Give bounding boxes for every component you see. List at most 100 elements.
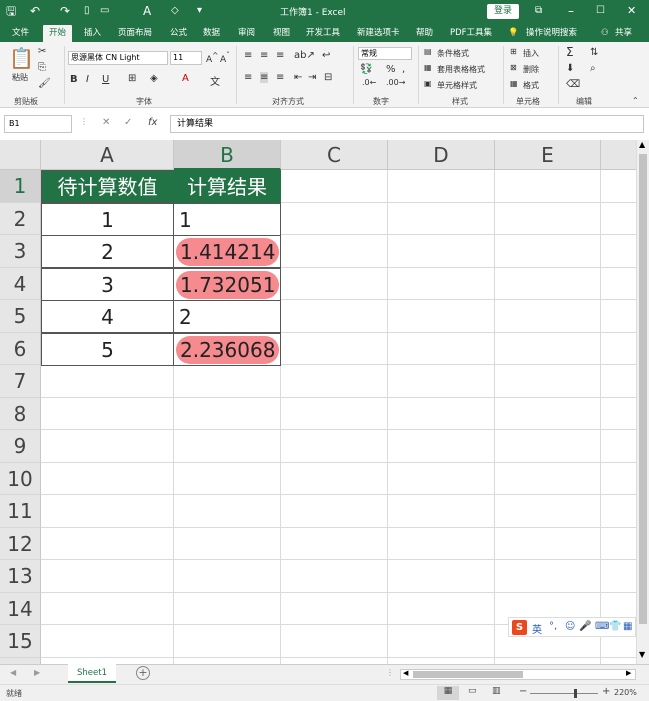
clear-icon[interactable]: ◇ [171, 3, 179, 19]
empty-cell[interactable] [41, 560, 174, 593]
empty-cell[interactable] [281, 430, 388, 463]
new-file-icon[interactable]: ▯ [84, 3, 90, 19]
tab-insert[interactable]: 插入 [84, 25, 101, 42]
empty-cell[interactable] [281, 300, 388, 333]
row-header[interactable]: 5 [0, 300, 41, 333]
comma-button[interactable]: , [402, 64, 405, 75]
tab-home[interactable]: 开始 [43, 25, 73, 42]
scroll-up-icon[interactable]: ▲ [639, 140, 645, 149]
cell-b6[interactable]: 2.236068 [173, 332, 281, 366]
tab-view[interactable]: 视图 [273, 25, 290, 42]
empty-cell[interactable] [174, 495, 281, 528]
empty-cell[interactable] [281, 462, 388, 495]
empty-cell[interactable] [495, 560, 601, 593]
empty-cell[interactable] [495, 202, 601, 235]
orientation-icon[interactable]: ab↗ [294, 50, 315, 61]
empty-cell[interactable] [174, 397, 281, 430]
format-cells-button[interactable]: 格式 [523, 80, 539, 91]
empty-cell[interactable] [388, 462, 495, 495]
row-header[interactable]: 8 [0, 397, 41, 430]
empty-cell[interactable] [388, 397, 495, 430]
insert-function-button[interactable]: fx [148, 117, 157, 128]
align-right-icon[interactable]: ≡ [276, 72, 284, 83]
number-format-select[interactable]: 常规 [358, 47, 412, 60]
column-header-e[interactable]: E [495, 140, 601, 170]
empty-cell[interactable] [174, 430, 281, 463]
sogou-icon[interactable]: S [512, 620, 527, 635]
emoji-icon[interactable]: ☺ [565, 621, 575, 632]
cell-b5[interactable]: 2 [173, 300, 281, 333]
cut-icon[interactable]: ✂ [38, 46, 46, 57]
insert-cells-button[interactable]: 插入 [523, 48, 539, 59]
font-size-select[interactable]: 11 [170, 51, 202, 65]
cell-b4[interactable]: 1.732051 [173, 267, 281, 301]
empty-cell[interactable] [174, 592, 281, 625]
ime-mode[interactable]: 英 [532, 621, 542, 636]
zoom-out-button[interactable]: − [519, 686, 527, 697]
restore-button[interactable]: ☐ [596, 3, 605, 19]
cell-a2[interactable]: 1 [41, 202, 174, 236]
row-header[interactable]: 15 [0, 625, 41, 658]
row-header[interactable]: 10 [0, 462, 41, 495]
sheet-tab[interactable]: Sheet1 [68, 664, 116, 683]
grid-icon[interactable]: ▦ [623, 621, 632, 632]
empty-cell[interactable] [41, 527, 174, 560]
tab-developer[interactable]: 开发工具 [306, 25, 340, 42]
empty-cell[interactable] [281, 592, 388, 625]
column-header-f[interactable] [601, 140, 636, 170]
mic-icon[interactable]: 🎤 [579, 621, 591, 632]
collapse-ribbon-icon[interactable]: ⌃ [632, 96, 639, 105]
zoom-slider[interactable] [530, 689, 598, 698]
empty-cell[interactable] [388, 170, 495, 203]
empty-cell[interactable] [281, 397, 388, 430]
bold-button[interactable]: B [70, 74, 78, 85]
customize-qa-icon[interactable]: ▾ [197, 3, 202, 19]
vertical-scrollbar[interactable]: ▲ ▼ [636, 140, 649, 664]
ribbon-display-options-icon[interactable]: ⧉ [535, 3, 542, 19]
empty-cell[interactable] [601, 430, 636, 463]
empty-cell[interactable] [41, 397, 174, 430]
tab-page-layout[interactable]: 页面布局 [118, 25, 152, 42]
cell-a3[interactable]: 2 [41, 235, 174, 268]
increase-font-icon[interactable]: A^ [206, 51, 218, 65]
tab-data[interactable]: 数据 [203, 25, 220, 42]
empty-cell[interactable] [601, 203, 636, 235]
empty-cell[interactable] [388, 235, 495, 268]
row-header[interactable]: 14 [0, 592, 41, 625]
scroll-right-icon[interactable]: ▶ [626, 669, 631, 677]
empty-cell[interactable] [174, 625, 281, 658]
tab-help[interactable]: 帮助 [416, 25, 433, 42]
format-painter-icon[interactable]: 🖌 [38, 78, 51, 89]
font-name-select[interactable]: 思源黑体 CN Light [68, 51, 168, 65]
empty-cell[interactable] [281, 170, 388, 203]
row-header[interactable]: 12 [0, 527, 41, 560]
close-button[interactable]: ✕ [627, 3, 636, 19]
empty-cell[interactable] [388, 527, 495, 560]
formula-input[interactable]: 计算结果 [170, 115, 644, 133]
empty-cell[interactable] [388, 267, 495, 300]
clear-icon[interactable]: ⌫ [566, 79, 580, 90]
empty-cell[interactable] [41, 625, 174, 658]
conditional-format-button[interactable]: 条件格式 [437, 48, 469, 59]
percent-button[interactable]: % [386, 64, 396, 75]
underline-button[interactable]: U [102, 74, 109, 85]
empty-cell[interactable] [41, 365, 174, 398]
empty-cell[interactable] [388, 430, 495, 463]
select-all-corner[interactable] [0, 140, 41, 170]
empty-cell[interactable] [281, 235, 388, 268]
empty-cell[interactable] [281, 527, 388, 560]
tab-file[interactable]: 文件 [12, 25, 29, 42]
cell-b1[interactable]: 计算结果 [173, 170, 281, 203]
empty-cell[interactable] [495, 430, 601, 463]
empty-cell[interactable] [495, 300, 601, 333]
paste-button[interactable]: 粘贴 [12, 72, 28, 83]
empty-cell[interactable] [174, 560, 281, 593]
decrease-indent-icon[interactable]: ⇤ [294, 72, 302, 83]
tab-review[interactable]: 审阅 [238, 25, 255, 42]
align-left-icon[interactable]: ≡ [244, 72, 252, 83]
italic-button[interactable]: I [86, 74, 89, 85]
empty-cell[interactable] [495, 235, 601, 268]
column-header-b[interactable]: B [174, 140, 281, 170]
borders-icon[interactable]: ⊞ [128, 73, 136, 84]
empty-cell[interactable] [388, 495, 495, 528]
